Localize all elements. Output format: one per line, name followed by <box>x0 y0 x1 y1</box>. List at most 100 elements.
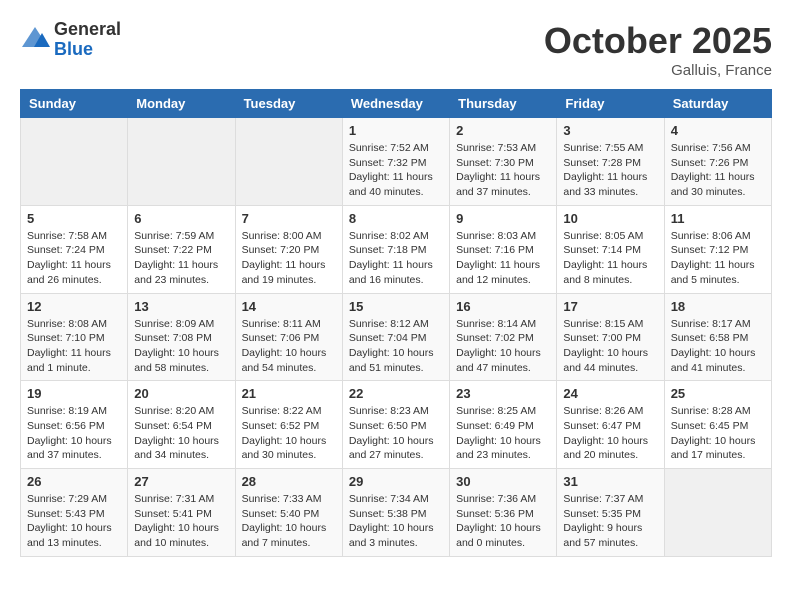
day-cell: 1Sunrise: 7:52 AM Sunset: 7:32 PM Daylig… <box>342 118 449 206</box>
day-cell: 4 Sunrise: 7:56 AM Sunset: 7:26 PM Daylig… <box>664 118 771 206</box>
logo-text: General Blue <box>54 20 121 60</box>
day-info: Sunrise: 8:05 AM Sunset: 7:14 PM Dayligh… <box>563 229 657 288</box>
location: Galluis, France <box>544 62 772 79</box>
day-number: 20 <box>134 386 228 401</box>
day-cell: 31 Sunrise: 7:37 AM Sunset: 5:35 PM Dayli… <box>557 469 664 557</box>
weekday-header-row: SundayMondayTuesdayWednesdayThursdayFrid… <box>21 90 772 118</box>
day-info: Sunrise: 7:37 AM Sunset: 5:35 PM Dayligh… <box>563 492 657 551</box>
day-number: 25 <box>671 386 765 401</box>
weekday-saturday: Saturday <box>664 90 771 118</box>
day-cell: 14 Sunrise: 8:11 AM Sunset: 7:06 PM Dayli… <box>235 293 342 381</box>
day-info: Sunrise: 8:23 AM Sunset: 6:50 PM Dayligh… <box>349 404 443 463</box>
day-number: 12 <box>27 299 121 314</box>
day-number: 8 <box>349 211 443 226</box>
week-row-2: 5 Sunrise: 7:58 AM Sunset: 7:24 PM Daylig… <box>21 205 772 293</box>
day-cell: 8 Sunrise: 8:02 AM Sunset: 7:18 PM Daylig… <box>342 205 449 293</box>
day-info: Sunrise: 8:09 AM Sunset: 7:08 PM Dayligh… <box>134 317 228 376</box>
day-number: 14 <box>242 299 336 314</box>
day-cell: 11Sunrise: 8:06 AM Sunset: 7:12 PM Dayli… <box>664 205 771 293</box>
day-info: Sunrise: 7:55 AM Sunset: 7:28 PM Dayligh… <box>563 141 657 200</box>
week-row-1: 1Sunrise: 7:52 AM Sunset: 7:32 PM Daylig… <box>21 118 772 206</box>
day-number: 13 <box>134 299 228 314</box>
day-info: Sunrise: 8:17 AM Sunset: 6:58 PM Dayligh… <box>671 317 765 376</box>
day-info: Sunrise: 8:11 AM Sunset: 7:06 PM Dayligh… <box>242 317 336 376</box>
weekday-wednesday: Wednesday <box>342 90 449 118</box>
day-info: Sunrise: 7:34 AM Sunset: 5:38 PM Dayligh… <box>349 492 443 551</box>
day-cell: 25 Sunrise: 8:28 AM Sunset: 6:45 PM Dayli… <box>664 381 771 469</box>
day-number: 29 <box>349 474 443 489</box>
day-cell <box>235 118 342 206</box>
day-cell: 5 Sunrise: 7:58 AM Sunset: 7:24 PM Daylig… <box>21 205 128 293</box>
day-cell: 30Sunrise: 7:36 AM Sunset: 5:36 PM Dayli… <box>450 469 557 557</box>
day-cell: 16 Sunrise: 8:14 AM Sunset: 7:02 PM Dayli… <box>450 293 557 381</box>
day-cell: 19 Sunrise: 8:19 AM Sunset: 6:56 PM Dayli… <box>21 381 128 469</box>
day-info: Sunrise: 8:00 AM Sunset: 7:20 PM Dayligh… <box>242 229 336 288</box>
day-number: 2 <box>456 123 550 138</box>
day-cell: 9Sunrise: 8:03 AM Sunset: 7:16 PM Daylig… <box>450 205 557 293</box>
day-cell: 22 Sunrise: 8:23 AM Sunset: 6:50 PM Dayli… <box>342 381 449 469</box>
day-number: 5 <box>27 211 121 226</box>
day-info: Sunrise: 7:58 AM Sunset: 7:24 PM Dayligh… <box>27 229 121 288</box>
day-number: 26 <box>27 474 121 489</box>
month-title: October 2025 <box>544 20 772 62</box>
day-number: 24 <box>563 386 657 401</box>
day-cell: 13 Sunrise: 8:09 AM Sunset: 7:08 PM Dayli… <box>128 293 235 381</box>
day-number: 18 <box>671 299 765 314</box>
day-cell: 26 Sunrise: 7:29 AM Sunset: 5:43 PM Dayli… <box>21 469 128 557</box>
day-number: 4 <box>671 123 765 138</box>
day-cell: 28Sunrise: 7:33 AM Sunset: 5:40 PM Dayli… <box>235 469 342 557</box>
day-number: 19 <box>27 386 121 401</box>
week-row-5: 26 Sunrise: 7:29 AM Sunset: 5:43 PM Dayli… <box>21 469 772 557</box>
day-number: 15 <box>349 299 443 314</box>
day-cell: 23Sunrise: 8:25 AM Sunset: 6:49 PM Dayli… <box>450 381 557 469</box>
day-info: Sunrise: 8:14 AM Sunset: 7:02 PM Dayligh… <box>456 317 550 376</box>
day-number: 3 <box>563 123 657 138</box>
day-info: Sunrise: 8:25 AM Sunset: 6:49 PM Dayligh… <box>456 404 550 463</box>
week-row-3: 12Sunrise: 8:08 AM Sunset: 7:10 PM Dayli… <box>21 293 772 381</box>
day-info: Sunrise: 8:28 AM Sunset: 6:45 PM Dayligh… <box>671 404 765 463</box>
day-number: 31 <box>563 474 657 489</box>
day-number: 28 <box>242 474 336 489</box>
day-number: 21 <box>242 386 336 401</box>
logo-blue: Blue <box>54 40 121 60</box>
day-info: Sunrise: 8:22 AM Sunset: 6:52 PM Dayligh… <box>242 404 336 463</box>
day-cell: 21 Sunrise: 8:22 AM Sunset: 6:52 PM Dayli… <box>235 381 342 469</box>
day-number: 22 <box>349 386 443 401</box>
day-cell: 7 Sunrise: 8:00 AM Sunset: 7:20 PM Daylig… <box>235 205 342 293</box>
day-cell: 18 Sunrise: 8:17 AM Sunset: 6:58 PM Dayli… <box>664 293 771 381</box>
day-info: Sunrise: 7:29 AM Sunset: 5:43 PM Dayligh… <box>27 492 121 551</box>
day-number: 16 <box>456 299 550 314</box>
day-info: Sunrise: 8:20 AM Sunset: 6:54 PM Dayligh… <box>134 404 228 463</box>
day-info: Sunrise: 7:31 AM Sunset: 5:41 PM Dayligh… <box>134 492 228 551</box>
day-cell: 10 Sunrise: 8:05 AM Sunset: 7:14 PM Dayli… <box>557 205 664 293</box>
day-info: Sunrise: 8:12 AM Sunset: 7:04 PM Dayligh… <box>349 317 443 376</box>
day-cell: 20 Sunrise: 8:20 AM Sunset: 6:54 PM Dayli… <box>128 381 235 469</box>
day-cell <box>664 469 771 557</box>
weekday-sunday: Sunday <box>21 90 128 118</box>
day-cell: 17Sunrise: 8:15 AM Sunset: 7:00 PM Dayli… <box>557 293 664 381</box>
day-cell: 24Sunrise: 8:26 AM Sunset: 6:47 PM Dayli… <box>557 381 664 469</box>
day-number: 30 <box>456 474 550 489</box>
logo-icon <box>20 25 50 55</box>
day-info: Sunrise: 8:02 AM Sunset: 7:18 PM Dayligh… <box>349 229 443 288</box>
day-number: 10 <box>563 211 657 226</box>
day-number: 11 <box>671 211 765 226</box>
day-info: Sunrise: 8:19 AM Sunset: 6:56 PM Dayligh… <box>27 404 121 463</box>
day-cell: 27 Sunrise: 7:31 AM Sunset: 5:41 PM Dayli… <box>128 469 235 557</box>
weekday-friday: Friday <box>557 90 664 118</box>
logo-general: General <box>54 20 121 40</box>
day-number: 6 <box>134 211 228 226</box>
weekday-monday: Monday <box>128 90 235 118</box>
day-cell: 3 Sunrise: 7:55 AM Sunset: 7:28 PM Daylig… <box>557 118 664 206</box>
day-info: Sunrise: 7:59 AM Sunset: 7:22 PM Dayligh… <box>134 229 228 288</box>
day-number: 27 <box>134 474 228 489</box>
day-cell <box>21 118 128 206</box>
title-block: October 2025 Galluis, France <box>544 20 772 79</box>
day-cell: 2Sunrise: 7:53 AM Sunset: 7:30 PM Daylig… <box>450 118 557 206</box>
day-cell: 6 Sunrise: 7:59 AM Sunset: 7:22 PM Daylig… <box>128 205 235 293</box>
day-info: Sunrise: 7:56 AM Sunset: 7:26 PM Dayligh… <box>671 141 765 200</box>
day-number: 9 <box>456 211 550 226</box>
week-row-4: 19 Sunrise: 8:19 AM Sunset: 6:56 PM Dayli… <box>21 381 772 469</box>
day-number: 7 <box>242 211 336 226</box>
calendar-body: 1Sunrise: 7:52 AM Sunset: 7:32 PM Daylig… <box>21 118 772 557</box>
